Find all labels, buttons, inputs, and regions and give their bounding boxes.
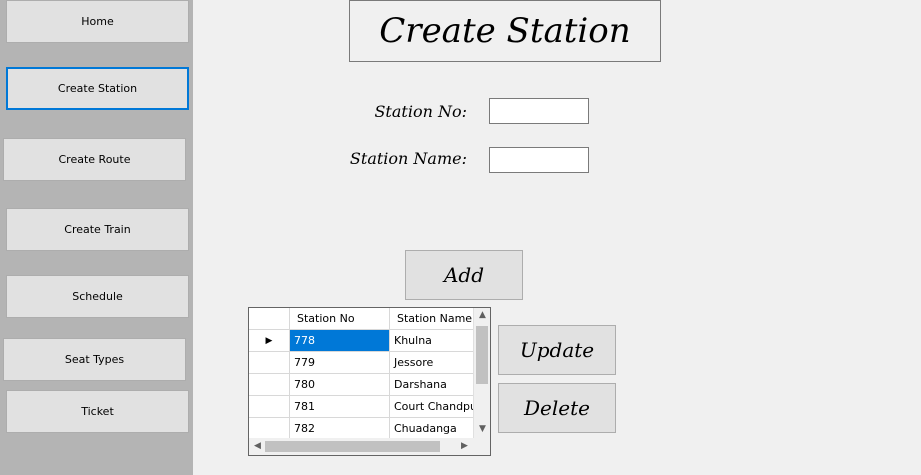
column-header-station-name[interactable]: Station Name [390, 308, 480, 330]
seat-types-button[interactable]: Seat Types [3, 338, 186, 381]
station-name-input[interactable] [489, 147, 589, 173]
scrollbar-corner [473, 438, 490, 455]
station-name-label: Station Name: [349, 149, 467, 168]
station-name-cell[interactable]: Chuadanga [390, 418, 480, 440]
scroll-up-icon[interactable]: ▲ [474, 310, 490, 320]
station-name-cell[interactable]: Darshana [390, 374, 480, 396]
station-no-cell[interactable]: 778 [290, 330, 390, 352]
delete-button[interactable]: Delete [498, 383, 616, 433]
scroll-down-icon[interactable]: ▼ [474, 424, 490, 434]
horizontal-scroll-thumb[interactable] [265, 441, 440, 452]
stations-grid[interactable]: Station No Station Name ▶ 778 Khulna 779… [248, 307, 491, 456]
row-header[interactable] [249, 396, 290, 418]
scroll-right-icon[interactable]: ▶ [456, 441, 473, 451]
page-title: Create Station [349, 0, 661, 62]
grid-corner-header [249, 308, 290, 330]
vertical-scroll-thumb[interactable] [476, 326, 488, 384]
create-route-button[interactable]: Create Route [3, 138, 186, 181]
update-button[interactable]: Update [498, 325, 616, 375]
current-row-arrow-icon: ▶ [249, 330, 290, 352]
add-button[interactable]: Add [405, 250, 523, 300]
schedule-button[interactable]: Schedule [6, 275, 189, 318]
station-name-cell[interactable]: Jessore [390, 352, 480, 374]
create-train-button[interactable]: Create Train [6, 208, 189, 251]
sidebar: Home Create Station Create Route Create … [0, 0, 193, 475]
station-no-cell[interactable]: 779 [290, 352, 390, 374]
row-header[interactable] [249, 418, 290, 440]
table-row[interactable]: ▶ 778 Khulna [249, 330, 480, 352]
table-row[interactable]: 779 Jessore [249, 352, 480, 374]
station-name-cell[interactable]: Court Chandpur [390, 396, 480, 418]
station-no-label: Station No: [374, 102, 467, 121]
station-no-cell[interactable]: 780 [290, 374, 390, 396]
row-header[interactable] [249, 374, 290, 396]
grid-header-row: Station No Station Name [249, 308, 480, 330]
row-header[interactable] [249, 352, 290, 374]
station-no-cell[interactable]: 781 [290, 396, 390, 418]
horizontal-scrollbar[interactable]: ◀ ▶ [249, 438, 473, 455]
column-header-station-no[interactable]: Station No [290, 308, 390, 330]
create-station-button[interactable]: Create Station [6, 67, 189, 110]
vertical-scrollbar[interactable]: ▲ ▼ [473, 308, 490, 438]
station-no-input[interactable] [489, 98, 589, 124]
scroll-left-icon[interactable]: ◀ [249, 441, 266, 451]
table-row[interactable]: 781 Court Chandpur [249, 396, 480, 418]
table-row[interactable]: 780 Darshana [249, 374, 480, 396]
table-row[interactable]: 782 Chuadanga [249, 418, 480, 440]
ticket-button[interactable]: Ticket [6, 390, 189, 433]
station-no-cell[interactable]: 782 [290, 418, 390, 440]
station-name-cell[interactable]: Khulna [390, 330, 480, 352]
home-button[interactable]: Home [6, 0, 189, 43]
